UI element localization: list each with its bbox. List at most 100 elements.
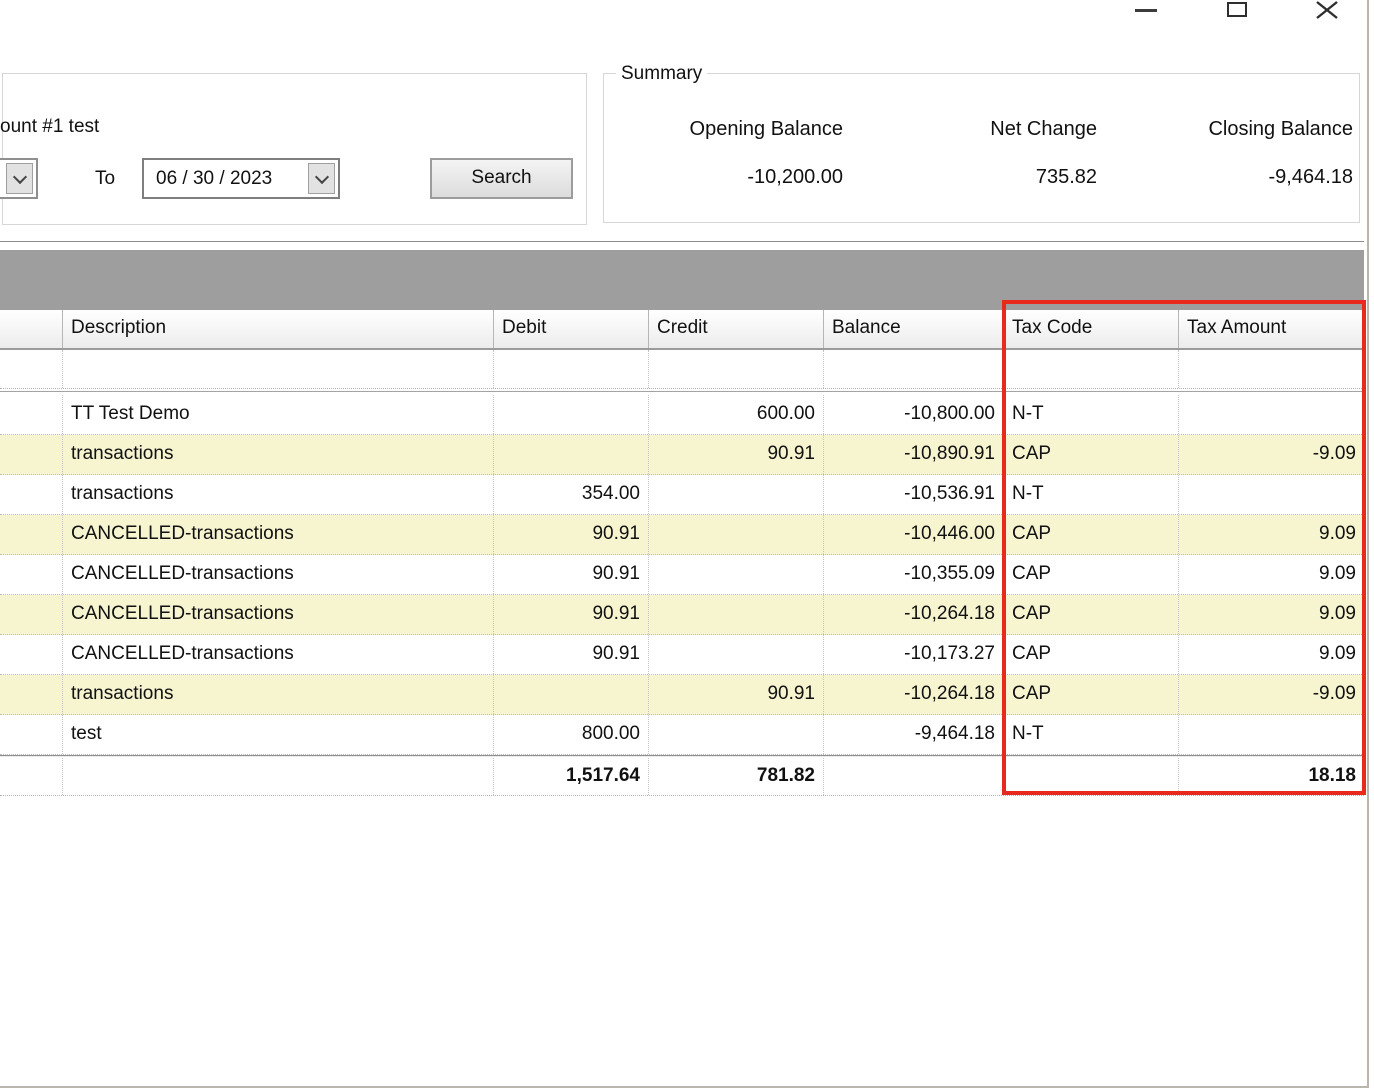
from-date-dropdown-button[interactable]: [6, 163, 33, 194]
filter-cell-credit[interactable]: [648, 350, 823, 388]
balance-cell[interactable]: -10,264.18: [823, 595, 1003, 634]
tax-code-cell[interactable]: N-T: [1003, 395, 1178, 434]
tax-code-cell[interactable]: CAP: [1003, 555, 1178, 594]
credit-cell[interactable]: 90.91: [648, 675, 823, 714]
column-header-description[interactable]: Description: [62, 310, 493, 348]
row-selector-filter-cell[interactable]: [0, 350, 62, 388]
column-header-balance[interactable]: Balance: [823, 310, 1003, 348]
balance-cell[interactable]: -10,800.00: [823, 395, 1003, 434]
credit-cell[interactable]: [648, 635, 823, 674]
credit-cell[interactable]: [648, 595, 823, 634]
description-cell[interactable]: CANCELLED-transactions: [62, 635, 493, 674]
tax-code-cell[interactable]: CAP: [1003, 515, 1178, 554]
debit-cell[interactable]: 90.91: [493, 555, 648, 594]
debit-cell[interactable]: [493, 675, 648, 714]
debit-cell[interactable]: [493, 435, 648, 474]
tax-amount-cell[interactable]: 9.09: [1178, 635, 1364, 674]
row-selector-cell[interactable]: [0, 555, 62, 594]
debit-cell[interactable]: 800.00: [493, 715, 648, 754]
to-date-dropdown-button[interactable]: [308, 163, 335, 194]
tax-amount-cell[interactable]: -9.09: [1178, 675, 1364, 714]
balance-cell[interactable]: -10,355.09: [823, 555, 1003, 594]
row-selector-cell[interactable]: [0, 515, 62, 554]
close-icon[interactable]: [1315, 0, 1339, 20]
tax-amount-cell[interactable]: 9.09: [1178, 555, 1364, 594]
tax-amount-cell[interactable]: -9.09: [1178, 435, 1364, 474]
credit-cell[interactable]: [648, 715, 823, 754]
summary-title: Summary: [616, 64, 707, 83]
description-cell[interactable]: transactions: [62, 675, 493, 714]
tax-amount-cell[interactable]: 9.09: [1178, 515, 1364, 554]
filter-cell-tax-code[interactable]: [1003, 350, 1178, 388]
minimize-icon[interactable]: [1135, 9, 1157, 12]
description-cell[interactable]: TT Test Demo: [62, 395, 493, 434]
table-row[interactable]: CANCELLED-transactions90.91 -10,355.09CAP…: [0, 555, 1364, 595]
tax-amount-cell[interactable]: 9.09: [1178, 595, 1364, 634]
debit-cell[interactable]: 90.91: [493, 635, 648, 674]
description-cell[interactable]: CANCELLED-transactions: [62, 515, 493, 554]
debit-cell[interactable]: 90.91: [493, 595, 648, 634]
table-row[interactable]: transactions 90.91-10,264.18CAP-9.09: [0, 675, 1364, 715]
credit-cell[interactable]: 600.00: [648, 395, 823, 434]
table-row[interactable]: transactions 90.91-10,890.91CAP-9.09: [0, 435, 1364, 475]
maximize-icon[interactable]: [1227, 2, 1247, 17]
table-row[interactable]: CANCELLED-transactions90.91 -10,446.00CAP…: [0, 515, 1364, 555]
balance-cell[interactable]: -10,173.27: [823, 635, 1003, 674]
tax-code-cell[interactable]: CAP: [1003, 675, 1178, 714]
to-date-picker[interactable]: 06 / 30 / 2023: [142, 158, 340, 199]
debit-cell[interactable]: 90.91: [493, 515, 648, 554]
description-cell[interactable]: CANCELLED-transactions: [62, 555, 493, 594]
table-row[interactable]: CANCELLED-transactions90.91 -10,173.27CAP…: [0, 635, 1364, 675]
table-row[interactable]: TT Test Demo 600.00-10,800.00N-T: [0, 395, 1364, 435]
totals-credit-cell: 781.82: [648, 758, 823, 795]
debit-cell[interactable]: [493, 395, 648, 434]
table-row[interactable]: transactions354.00 -10,536.91N-T: [0, 475, 1364, 515]
balance-cell[interactable]: -10,890.91: [823, 435, 1003, 474]
tax-code-cell[interactable]: N-T: [1003, 475, 1178, 514]
window-border-right: [1367, 0, 1369, 1088]
summary-value: -9,464.18: [1123, 166, 1353, 188]
filter-cell-debit[interactable]: [493, 350, 648, 388]
description-cell[interactable]: CANCELLED-transactions: [62, 595, 493, 634]
row-selector-cell[interactable]: [0, 475, 62, 514]
balance-cell[interactable]: -10,536.91: [823, 475, 1003, 514]
description-cell[interactable]: test: [62, 715, 493, 754]
tax-code-cell[interactable]: N-T: [1003, 715, 1178, 754]
balance-cell[interactable]: -9,464.18: [823, 715, 1003, 754]
column-header-tax-code[interactable]: Tax Code: [1003, 310, 1178, 348]
tax-code-cell[interactable]: CAP: [1003, 435, 1178, 474]
tax-code-cell[interactable]: CAP: [1003, 595, 1178, 634]
row-selector-header-cell[interactable]: [0, 310, 62, 348]
filter-cell-description[interactable]: [62, 350, 493, 388]
column-header-credit[interactable]: Credit: [648, 310, 823, 348]
chevron-down-icon: [12, 169, 26, 183]
tax-amount-cell[interactable]: [1178, 395, 1364, 434]
description-cell[interactable]: transactions: [62, 475, 493, 514]
tax-amount-cell[interactable]: [1178, 475, 1364, 514]
tax-amount-cell[interactable]: [1178, 715, 1364, 754]
row-selector-cell[interactable]: [0, 715, 62, 754]
table-row[interactable]: CANCELLED-transactions90.91 -10,264.18CAP…: [0, 595, 1364, 635]
table-row[interactable]: test800.00 -9,464.18N-T: [0, 715, 1364, 755]
balance-cell[interactable]: -10,446.00: [823, 515, 1003, 554]
row-selector-cell[interactable]: [0, 435, 62, 474]
row-selector-cell[interactable]: [0, 595, 62, 634]
column-header-tax-amount[interactable]: Tax Amount: [1178, 310, 1364, 348]
balance-cell[interactable]: -10,264.18: [823, 675, 1003, 714]
row-selector-cell[interactable]: [0, 675, 62, 714]
debit-cell[interactable]: 354.00: [493, 475, 648, 514]
description-cell[interactable]: transactions: [62, 435, 493, 474]
credit-cell[interactable]: [648, 555, 823, 594]
row-selector-cell[interactable]: [0, 395, 62, 434]
row-selector-cell[interactable]: [0, 635, 62, 674]
from-date-picker[interactable]: [0, 158, 38, 199]
credit-cell[interactable]: [648, 475, 823, 514]
column-header-debit[interactable]: Debit: [493, 310, 648, 348]
search-button[interactable]: Search: [430, 158, 573, 199]
tax-code-cell[interactable]: CAP: [1003, 635, 1178, 674]
filter-cell-tax-amount[interactable]: [1178, 350, 1364, 388]
credit-cell[interactable]: 90.91: [648, 435, 823, 474]
credit-cell[interactable]: [648, 515, 823, 554]
filter-cell-balance[interactable]: [823, 350, 1003, 388]
summary-value: -10,200.00: [613, 166, 843, 188]
